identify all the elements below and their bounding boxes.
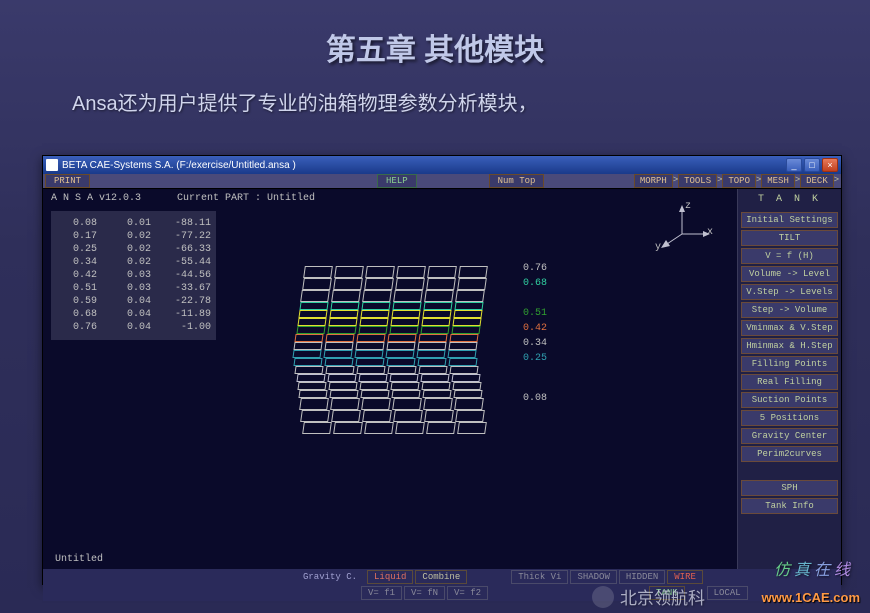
data-row: 0.68 0.04 -11.89: [61, 308, 206, 321]
current-part: Current PART : Untitled: [177, 193, 315, 204]
window-title: BETA CAE-Systems S.A. (F:/exercise/Untit…: [62, 160, 786, 171]
axis-z-label: z: [685, 201, 691, 212]
tools-button[interactable]: TOOLS: [678, 174, 717, 188]
level-label: 0.42: [523, 324, 547, 334]
tank-panel-button[interactable]: Real Filling: [741, 374, 838, 390]
topo-button[interactable]: TOPO: [722, 174, 756, 188]
level-label: 0.51: [523, 309, 547, 319]
help-button[interactable]: HELP: [377, 174, 417, 188]
shadow-button[interactable]: SHADOW: [570, 570, 616, 584]
maximize-button[interactable]: □: [804, 158, 820, 172]
tank-panel-button[interactable]: Vminmax & V.Step: [741, 320, 838, 336]
vfn-button[interactable]: V= fN: [404, 586, 445, 600]
tank-panel-button[interactable]: Volume -> Level: [741, 266, 838, 282]
tank-panel-button[interactable]: Hminmax & H.Step: [741, 338, 838, 354]
watermark-url: www.1CAE.com: [762, 590, 860, 605]
tank-panel-button[interactable]: TILT: [741, 230, 838, 246]
tank-panel-button[interactable]: Suction Points: [741, 392, 838, 408]
tank-panel: T A N K Initial Settings TILT V = f (H) Vol…: [737, 189, 841, 569]
watermark-slogan: 仿真在线: [774, 556, 852, 580]
axis-y-label: y: [655, 242, 661, 253]
combine-button[interactable]: Combine: [415, 570, 467, 584]
bottom-label: Gravity C.: [303, 572, 357, 582]
data-row: 0.42 0.03 -44.56: [61, 269, 206, 282]
local-button[interactable]: LOCAL: [707, 586, 748, 600]
print-button[interactable]: PRINT: [45, 174, 90, 188]
tank-wireframe: [293, 266, 493, 434]
tank-panel-header: T A N K: [741, 192, 838, 209]
caret-icon: >: [834, 174, 839, 188]
app-version: A N S A v12.0.3: [51, 193, 141, 204]
numtop-button[interactable]: Num Top: [489, 174, 545, 188]
data-row: 0.08 0.01 -88.11: [61, 217, 206, 230]
main-area: A N S A v12.0.3 Current PART : Untitled …: [43, 189, 841, 569]
level-label: 0.76: [523, 264, 547, 274]
level-label: 0.34: [523, 339, 547, 349]
tank-panel-button[interactable]: Initial Settings: [741, 212, 838, 228]
tank-panel-button[interactable]: SPH: [741, 480, 838, 496]
data-row: 0.25 0.02 -66.33: [61, 243, 206, 256]
data-row: 0.34 0.02 -55.44: [61, 256, 206, 269]
app-icon: [46, 159, 58, 171]
slide-text: Ansa还为用户提供了专业的油箱物理参数分析模块，: [0, 69, 870, 126]
status-line: A N S A v12.0.3 Current PART : Untitled: [43, 189, 737, 208]
data-row: 0.17 0.02 -77.22: [61, 230, 206, 243]
axis-x-label: x: [707, 227, 713, 238]
tank-panel-button[interactable]: Gravity Center: [741, 428, 838, 444]
close-button[interactable]: ×: [822, 158, 838, 172]
viewport-model-label: Untitled: [55, 554, 103, 565]
level-label: 0.68: [523, 279, 547, 289]
deck-button[interactable]: DECK: [800, 174, 834, 188]
level-label: 0.08: [523, 394, 547, 404]
mesh-button[interactable]: MESH: [761, 174, 795, 188]
bottom-bar-2: V= f1 V= fN V= f2 TANK LOCAL: [43, 585, 841, 601]
vf2-button[interactable]: V= f2: [447, 586, 488, 600]
hidden-button[interactable]: HIDDEN: [619, 570, 665, 584]
app-window: BETA CAE-Systems S.A. (F:/exercise/Untit…: [42, 155, 842, 585]
wire-button[interactable]: WIRE: [667, 570, 703, 584]
bottom-bar: Gravity C. Liquid Combine Thick Vi SHADO…: [43, 569, 841, 585]
tank-panel-button[interactable]: V = f (H): [741, 248, 838, 264]
slide-title: 第五章 其他模块: [0, 0, 870, 69]
tank-panel-button[interactable]: Tank Info: [741, 498, 838, 514]
liquid-button[interactable]: Liquid: [367, 570, 413, 584]
tank-panel-button[interactable]: V.Step -> Levels: [741, 284, 838, 300]
data-row: 0.51 0.03 -33.67: [61, 282, 206, 295]
window-titlebar: BETA CAE-Systems S.A. (F:/exercise/Untit…: [43, 156, 841, 174]
morph-button[interactable]: MORPH: [634, 174, 673, 188]
top-toolbar: PRINT HELP Num Top MORPH > TOOLS > TOPO …: [43, 174, 841, 189]
viewport[interactable]: A N S A v12.0.3 Current PART : Untitled …: [43, 189, 737, 569]
thick-button[interactable]: Thick Vi: [511, 570, 568, 584]
data-panel: 0.08 0.01 -88.11 0.17 0.02 -77.22 0.25 0…: [51, 211, 216, 340]
watermark-company: 北京领航科: [592, 584, 705, 609]
tank-panel-button[interactable]: 5 Positions: [741, 410, 838, 426]
data-row: 0.76 0.04 -1.00: [61, 321, 206, 334]
company-logo-icon: [592, 586, 614, 608]
vf1-button[interactable]: V= f1: [361, 586, 402, 600]
level-label: 0.25: [523, 354, 547, 364]
tank-panel-button[interactable]: Step -> Volume: [741, 302, 838, 318]
tank-panel-button[interactable]: Perim2curves: [741, 446, 838, 462]
tank-panel-button[interactable]: Filling Points: [741, 356, 838, 372]
minimize-button[interactable]: _: [786, 158, 802, 172]
data-row: 0.59 0.04 -22.78: [61, 295, 206, 308]
axis-triad: z x y: [652, 204, 712, 254]
